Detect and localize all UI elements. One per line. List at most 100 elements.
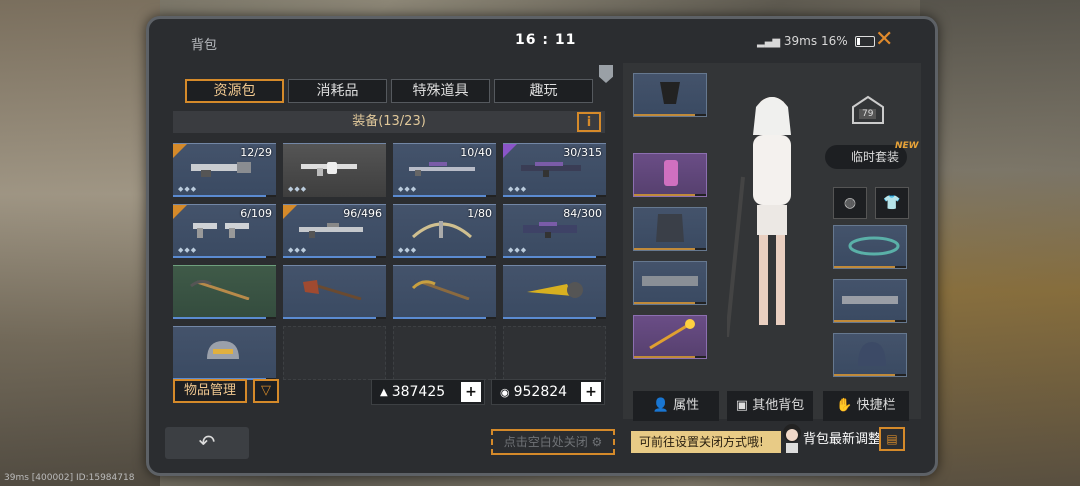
signal-icon: ▂▄▆ [757, 37, 781, 48]
pickaxe-icon [190, 280, 250, 300]
equip-slot-backpack[interactable] [633, 153, 707, 197]
rating-dots: ◆◆◆ [288, 185, 308, 193]
bag-icon: ▣ [735, 398, 749, 413]
attributes-label: 属性 [673, 398, 700, 413]
item-count: 6/109 [240, 207, 272, 220]
item-slot[interactable]: ◆◆◆ [283, 143, 386, 197]
grenade-toggle-icon[interactable]: ◍ [833, 187, 867, 219]
crossbow-icon [411, 221, 473, 239]
helmet-icon [858, 342, 886, 366]
dual-pistols-icon [193, 223, 249, 238]
item-slot[interactable]: 84/300 ◆◆◆ [503, 204, 606, 258]
item-slot[interactable] [503, 265, 606, 319]
gold-bars-icon: ▲ [380, 386, 388, 398]
equip-slot-weapon-3[interactable] [833, 279, 907, 323]
back-arrow-icon: ↶ [198, 430, 216, 454]
pickaxe-icon [411, 280, 470, 300]
rifle-icon [299, 223, 363, 238]
hand-icon: ✋ [836, 398, 853, 413]
item-slot[interactable] [173, 326, 276, 380]
item-slot[interactable]: 96/496 ◆◆◆ [283, 204, 386, 258]
durability-bar [173, 195, 276, 197]
equip-slot-weapon-1[interactable] [633, 261, 707, 305]
rating-dots: ◆◆◆ [178, 185, 198, 193]
durability-bar [173, 317, 276, 319]
item-slot[interactable] [393, 265, 496, 319]
rarity-corner-icon [173, 144, 187, 158]
item-management-button[interactable]: 物品管理 [173, 379, 247, 403]
equip-slot-weapon-2[interactable] [633, 315, 707, 359]
add-coins-button[interactable]: + [581, 382, 601, 402]
helmet-icon [207, 341, 239, 359]
rating-dots: ◆◆◆ [508, 185, 528, 193]
durability-bar [634, 248, 706, 250]
battery-percent: 16% [820, 34, 848, 48]
tab-consumables[interactable]: 消耗品 [288, 79, 387, 103]
rarity-corner-icon [283, 205, 297, 219]
item-slot[interactable]: 30/315 ◆◆◆ [503, 143, 606, 197]
chainsaw-icon [642, 276, 698, 286]
battery-icon [855, 36, 876, 47]
drill-icon [527, 282, 583, 298]
item-count: 1/80 [467, 207, 492, 220]
outfit-toggle-icon[interactable]: 👕 [875, 187, 909, 219]
item-count: 30/315 [563, 146, 602, 159]
durability-bar [834, 374, 906, 376]
durability-bar [503, 317, 606, 319]
durability-bar [503, 195, 606, 197]
belt-icon [848, 236, 900, 256]
item-slot[interactable]: 12/29 ◆◆◆ [173, 143, 276, 197]
new-badge: NEW [895, 141, 919, 151]
close-icon[interactable]: ✕ [875, 27, 893, 52]
mascot-icon [783, 424, 801, 453]
item-grid: 12/29 ◆◆◆ ◆◆◆ 10/40 ◆◆◆ 30/315 ◆◆◆ 6/109… [173, 143, 606, 380]
footer-status: 39ms [400002] ID:15984718 [4, 473, 135, 483]
item-slot[interactable] [283, 265, 386, 319]
empty-slot [503, 326, 606, 380]
durability-bar [634, 114, 706, 116]
quickbar-button[interactable]: ✋ 快捷栏 [823, 391, 909, 421]
item-count: 84/300 [563, 207, 602, 220]
rating-dots: ◆◆◆ [508, 246, 528, 254]
section-header: 装备(13/23) [173, 111, 605, 133]
equip-slot-helmet[interactable] [833, 333, 907, 377]
filter-icon[interactable]: ▽ [253, 379, 279, 403]
other-backpack-button[interactable]: ▣ 其他背包 [727, 391, 813, 421]
item-slot[interactable]: 10/40 ◆◆◆ [393, 143, 496, 197]
durability-bar [393, 317, 496, 319]
item-slot[interactable] [173, 265, 276, 319]
item-slot[interactable]: 1/80 ◆◆◆ [393, 204, 496, 258]
shield-icon[interactable] [599, 65, 613, 83]
network-latency: 39ms [783, 34, 818, 48]
back-button[interactable]: ↶ [165, 427, 249, 459]
clock: 16 : 11 [515, 32, 577, 48]
coin-icon: ◉ [500, 385, 510, 399]
backpack-update-label: 背包最新调整 [803, 432, 882, 447]
tab-fun[interactable]: 趣玩 [494, 79, 593, 103]
rifle-icon [842, 296, 898, 304]
durability-bar [834, 266, 906, 268]
character-avatar [727, 97, 791, 337]
gatling-gun-icon [191, 162, 251, 177]
equip-slot-belt[interactable] [833, 225, 907, 269]
other-backpack-label: 其他背包 [752, 398, 805, 413]
equip-slot-mask[interactable] [633, 73, 707, 117]
top-bar: 背包 16 : 11 ▂▄▆ 39ms 16% ✕ [149, 19, 935, 61]
tab-special-items[interactable]: 特殊道具 [391, 79, 490, 103]
currency-coins: ◉ 952824 + [491, 379, 605, 405]
equip-slot-armor[interactable] [633, 207, 707, 251]
tab-resource-pack[interactable]: 资源包 [185, 79, 284, 103]
add-gold-button[interactable]: + [461, 382, 481, 402]
close-hint[interactable]: 点击空白处关闭 ⚙ [491, 429, 615, 455]
notes-icon[interactable]: ▤ [879, 427, 905, 451]
durability-bar [393, 195, 496, 197]
rating-dots: ◆◆◆ [178, 246, 198, 254]
empty-slot [393, 326, 496, 380]
axe-icon [303, 280, 362, 300]
currency-gold: ▲ 387425 + [371, 379, 485, 405]
durability-bar [393, 256, 496, 258]
info-button[interactable]: i [577, 112, 601, 132]
item-slot[interactable]: 6/109 ◆◆◆ [173, 204, 276, 258]
attributes-button[interactable]: 👤 属性 [633, 391, 719, 421]
staff-icon [649, 319, 695, 350]
